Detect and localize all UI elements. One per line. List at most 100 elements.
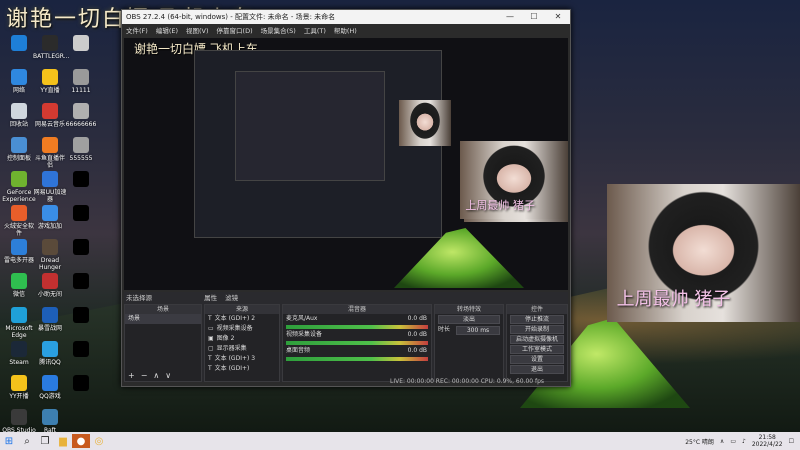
desktop-icon[interactable]: Microsoft Edge	[2, 307, 36, 339]
settings-button[interactable]: 设置	[510, 355, 564, 364]
volume-icon[interactable]: ♪	[742, 438, 746, 445]
image-source-icon: ▣	[208, 335, 214, 342]
windows-start-icon[interactable]: ⊞	[0, 434, 18, 448]
task-view-icon[interactable]: ❐	[36, 434, 54, 448]
desktop-icon[interactable]: 66666666	[64, 103, 98, 128]
desktop-icon[interactable]: OBS Studio	[2, 409, 36, 434]
scene-item[interactable]: 场景	[125, 314, 201, 324]
menu-scene-collection[interactable]: 场景集合(S)	[261, 25, 296, 35]
desktop-icon[interactable]: GeForce Experience	[2, 171, 36, 203]
menu-file[interactable]: 文件(F)	[126, 25, 148, 35]
desktop-icon[interactable]	[64, 205, 98, 223]
source-item[interactable]: T 文本 (GDI+)	[205, 364, 279, 374]
app-icon	[73, 205, 89, 221]
virtual-camera-button[interactable]: 启动虚拟摄像机	[510, 335, 564, 344]
source-item[interactable]: ▣ 图像 2	[205, 334, 279, 344]
desktop-icon[interactable]: 腾讯QQ	[33, 341, 67, 366]
desktop-icon[interactable]: 回收站	[2, 103, 36, 128]
search-icon[interactable]: ⌕	[18, 434, 36, 448]
clock-date: 2022/4/22	[751, 441, 783, 448]
desktop-icon[interactable]	[64, 239, 98, 257]
desktop-icon[interactable]: 雷电多开器	[2, 239, 36, 264]
desktop-icon[interactable]	[64, 35, 98, 53]
recursive-preview-inner	[235, 71, 385, 181]
transition-select[interactable]: 淡出	[438, 315, 500, 324]
source-item[interactable]: T 文本 (GDI+) 3	[205, 354, 279, 364]
move-down-icon[interactable]: ∨	[165, 371, 171, 381]
menu-tools[interactable]: 工具(T)	[304, 25, 326, 35]
desktop-icon[interactable]	[64, 375, 98, 393]
desktop-icon[interactable]: 网易云音乐	[33, 103, 67, 128]
exit-button[interactable]: 退出	[510, 365, 564, 374]
desktop-icon[interactable]: Steam	[2, 341, 36, 366]
transitions-panel: 转场特效 淡出 时长 300 ms	[434, 304, 504, 382]
move-up-icon[interactable]: ∧	[153, 371, 159, 381]
weather-widget[interactable]: 25°C 晴朗	[685, 437, 714, 446]
obs-titlebar[interactable]: OBS 27.2.4 (64-bit, windows) - 配置文件: 未命名…	[122, 10, 570, 24]
desktop-icon[interactable]: 11111	[64, 69, 98, 94]
desktop-icon[interactable]: 网易UU加速器	[33, 171, 67, 203]
desktop-icon[interactable]	[64, 341, 98, 359]
app-icon	[11, 35, 27, 51]
start-recording-button[interactable]: 开始录制	[510, 325, 564, 334]
source-label: 文本 (GDI+) 2	[214, 315, 256, 322]
desktop-icon[interactable]: 斗鱼直播伴侣	[33, 137, 67, 169]
obs-app-icon[interactable]: ●	[72, 434, 90, 448]
desktop-icon[interactable]: Raft	[33, 409, 67, 434]
desktop-icon[interactable]	[64, 273, 98, 291]
chrome-icon[interactable]: ◎	[90, 434, 108, 448]
duration-input[interactable]: 300 ms	[456, 325, 500, 335]
scene-controls: + − ∧ ∨	[125, 371, 171, 381]
source-item[interactable]: T 文本 (GDI+) 2	[205, 314, 279, 324]
network-icon[interactable]: ▭	[730, 438, 736, 445]
desktop-icon[interactable]: 游戏加加	[33, 205, 67, 230]
menu-help[interactable]: 帮助(H)	[334, 25, 357, 35]
taskbar: ⊞ ⌕ ❐ ▆ ● ◎ 25°C 晴朗 ∧ ▭ ♪ 21:58 2022/4/2…	[0, 432, 800, 450]
desktop-icon-label: 微信	[12, 291, 25, 298]
app-icon	[73, 171, 89, 187]
desktop-icon[interactable]: 小助无间	[33, 273, 67, 298]
maximize-icon[interactable]: ☐	[522, 10, 546, 24]
desktop-icon[interactable]: 555555	[64, 137, 98, 162]
desktop-icon[interactable]: 暴雪战网	[33, 307, 67, 332]
stop-streaming-button[interactable]: 停止推流	[510, 315, 564, 324]
menu-edit[interactable]: 编辑(E)	[156, 25, 178, 35]
desktop-icon-label: 腾讯QQ	[39, 359, 61, 366]
studio-mode-button[interactable]: 工作室模式	[510, 345, 564, 354]
close-icon[interactable]: ✕	[546, 10, 570, 24]
menu-view[interactable]: 视图(V)	[186, 25, 209, 35]
desktop-icon[interactable]: 控制面板	[2, 137, 36, 162]
desktop-icon[interactable]	[2, 35, 36, 53]
menu-docks[interactable]: 停靠窗口(D)	[217, 25, 253, 35]
app-icon	[73, 375, 89, 391]
source-item[interactable]: ▢ 显示器采集	[205, 344, 279, 354]
source-item[interactable]: ▭ 视频采集设备	[205, 324, 279, 334]
file-explorer-icon[interactable]: ▆	[54, 434, 72, 448]
desktop-icon[interactable]: 网络	[2, 69, 36, 94]
filters-tab[interactable]: 滤镜	[225, 294, 238, 302]
desktop-icon[interactable]: YY开播	[2, 375, 36, 400]
controls-panel: 控件 停止推流 开始录制 启动虚拟摄像机 工作室模式 设置 退出	[506, 304, 568, 382]
desktop-icon-label: Microsoft Edge	[5, 325, 33, 339]
desktop-icon[interactable]	[64, 307, 98, 325]
clock[interactable]: 21:58 2022/4/22	[752, 434, 783, 448]
channel-db: 0.0 dB	[407, 331, 427, 338]
desktop-icon[interactable]: YY直播	[33, 69, 67, 94]
notification-icon[interactable]: ☐	[789, 438, 794, 445]
desktop-icon[interactable]: QQ游戏	[33, 375, 67, 400]
remove-scene-icon[interactable]: −	[141, 371, 148, 381]
app-icon	[73, 341, 89, 357]
clock-time: 21:58	[758, 434, 776, 441]
app-icon	[73, 69, 89, 85]
desktop-icon[interactable]	[64, 171, 98, 189]
desktop-icon[interactable]: Dread Hunger	[33, 239, 67, 271]
minimize-icon[interactable]: —	[498, 10, 522, 24]
add-scene-icon[interactable]: +	[128, 371, 135, 381]
desktop-icon[interactable]: 火绒安全软件	[2, 205, 36, 237]
channel-label: 麦克风/Aux	[286, 315, 318, 322]
chevron-up-icon[interactable]: ∧	[720, 438, 724, 445]
desktop-icon[interactable]: BATTLEGR...	[33, 35, 69, 60]
properties-tab[interactable]: 属性	[204, 294, 217, 302]
desktop-icon[interactable]: 微信	[2, 273, 36, 298]
app-icon	[42, 375, 58, 391]
